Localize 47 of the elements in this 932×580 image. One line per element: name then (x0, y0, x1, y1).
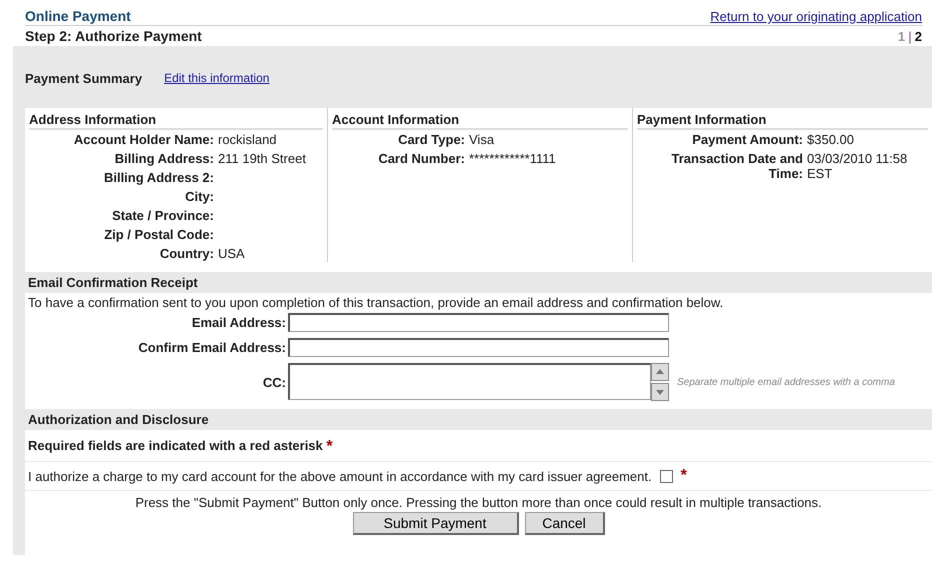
edit-link[interactable]: Edit this information (164, 71, 270, 85)
instructions-text: To have a confirmation sent to you upon completion of this transaction, provide an email address and confirmation below. (28, 295, 724, 310)
cc-field[interactable] (288, 363, 651, 400)
column-heading: Payment Information (637, 112, 928, 130)
cancel-button[interactable]: Cancel (524, 512, 604, 535)
field-value: ************1111 (469, 151, 557, 166)
notice-text: Press the "Submit Payment" Button only once. Pressing the button more than once could result in multiple transactions. (134, 495, 823, 510)
field-label: Country: (158, 246, 214, 261)
field-value: 03/03/2010 11:58 EST (807, 151, 908, 181)
submit-button[interactable]: Submit Payment (352, 512, 518, 535)
field-value: Visa (469, 132, 496, 147)
field-label: Card Type: (397, 132, 465, 147)
field-value: 211 19th Street (218, 151, 307, 166)
field-value: rockisland (218, 132, 278, 147)
step-title: Step 2: Authorize Payment (25, 28, 202, 44)
field-label: Zip / Postal Code: (103, 227, 214, 242)
field-label: Confirm Email Address: (137, 340, 287, 355)
column-heading: Account Information (332, 112, 628, 130)
field-label: Card Number: (377, 151, 465, 166)
return-link[interactable]: Return to your originating application (710, 9, 922, 24)
agreement-text: I authorize a charge to my card account for the above amount in accordance with my card issuer agreement. (28, 468, 652, 484)
field-label: City: (184, 189, 214, 204)
step-indicator: 2 (914, 28, 922, 44)
field-value: USA (218, 246, 246, 261)
field-value: $350.00 (807, 132, 855, 147)
field-label: Billing Address 2: (102, 170, 214, 185)
scroll-up-icon[interactable] (651, 363, 669, 381)
step-indicator: 1 (898, 28, 906, 44)
required-note: Required fields are indicated with a red asterisk (28, 438, 323, 453)
field-label: Billing Address: (114, 151, 214, 166)
field-label: CC: (262, 374, 287, 390)
hint-text: Separate multiple email addresses with a comma (676, 376, 896, 388)
required-asterisk: * (680, 467, 687, 485)
email-field[interactable] (288, 313, 669, 332)
field-label: Email Address: (190, 315, 287, 330)
field-label: State / Province: (111, 208, 214, 223)
required-asterisk: * (326, 438, 333, 455)
email-field[interactable] (288, 338, 669, 357)
page-title: Online Payment (25, 8, 131, 24)
field-label: Account Holder Name: (72, 132, 214, 147)
step-separator: | (908, 28, 912, 44)
scroll-down-icon[interactable] (651, 383, 669, 401)
agreement-checkbox[interactable] (660, 470, 673, 482)
field-label: Transaction Date and Time: (670, 151, 803, 181)
field-label: Payment Amount: (691, 132, 803, 147)
column-heading: Address Information (29, 112, 323, 130)
summary-title: Payment Summary (25, 70, 142, 86)
